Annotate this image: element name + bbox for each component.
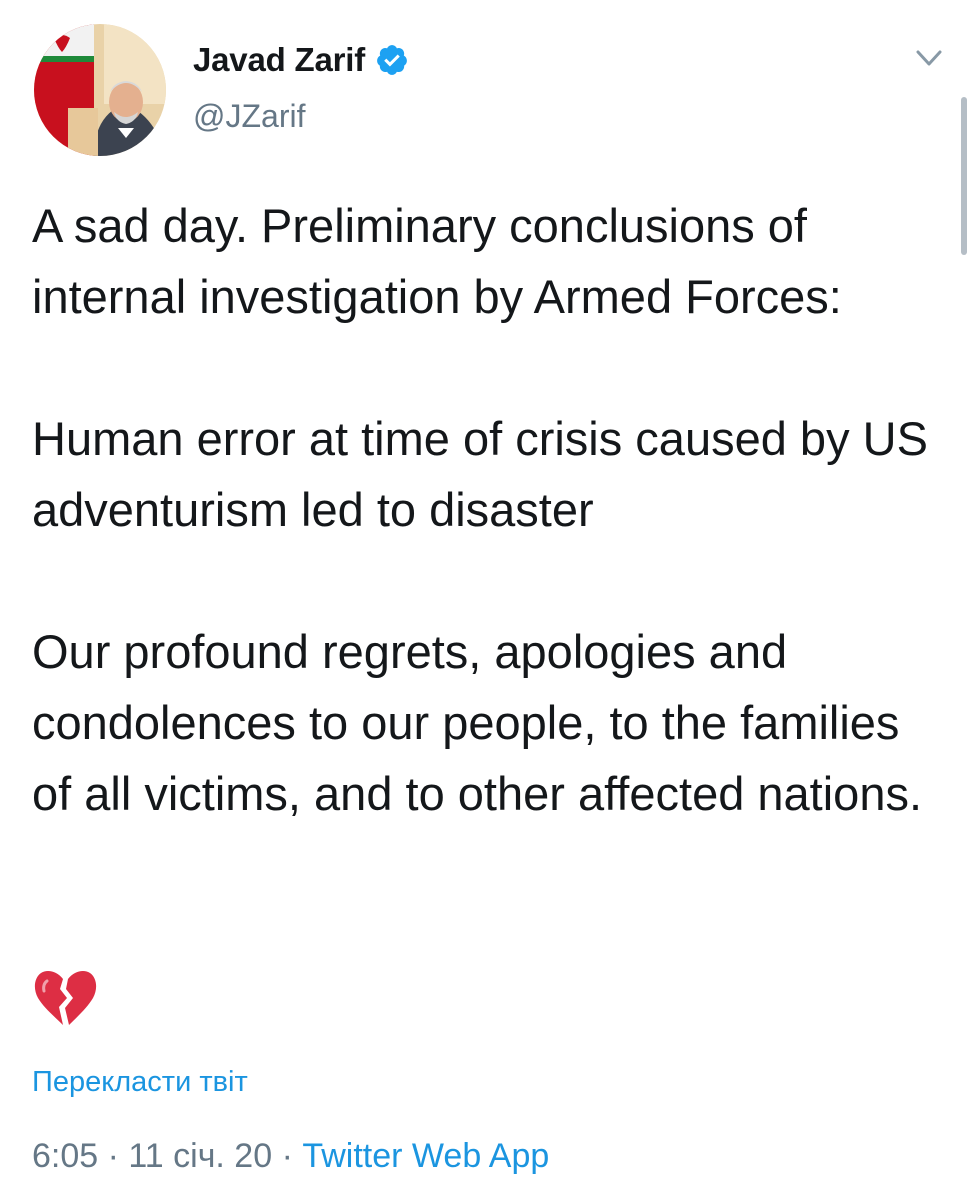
- chevron-down-icon[interactable]: [906, 42, 952, 76]
- tweet-source-link[interactable]: Twitter Web App: [302, 1137, 549, 1175]
- tweet-paragraph: Our profound regrets, apologies and cond…: [32, 625, 923, 820]
- tweet-paragraph: A sad day. Preliminary conclusions of in…: [32, 199, 842, 323]
- tweet-text: A sad day. Preliminary conclusions of in…: [32, 190, 942, 829]
- tweet-paragraph: Human error at time of crisis caused by …: [32, 412, 928, 536]
- meta-separator: ·: [98, 1137, 129, 1175]
- tweet-metadata: 6:05 · 11 січ. 20 · Twitter Web App: [32, 1137, 549, 1176]
- verified-badge-icon: [375, 43, 409, 77]
- translate-tweet-link[interactable]: Перекласти твіт: [32, 1066, 248, 1099]
- avatar[interactable]: [34, 24, 166, 156]
- author-name-row: Javad Zarif: [193, 38, 409, 82]
- broken-heart-icon: [33, 967, 97, 1029]
- author-display-name[interactable]: Javad Zarif: [193, 41, 365, 79]
- avatar-photo: [34, 24, 166, 156]
- author-handle[interactable]: @JZarif: [193, 98, 305, 135]
- meta-separator: ·: [272, 1137, 303, 1175]
- scrollbar[interactable]: [961, 97, 967, 255]
- tweet-time[interactable]: 6:05: [32, 1137, 98, 1175]
- tweet: Javad Zarif @JZarif A sad day. Prelimina…: [0, 0, 971, 1200]
- tweet-date[interactable]: 11 січ. 20: [128, 1137, 272, 1175]
